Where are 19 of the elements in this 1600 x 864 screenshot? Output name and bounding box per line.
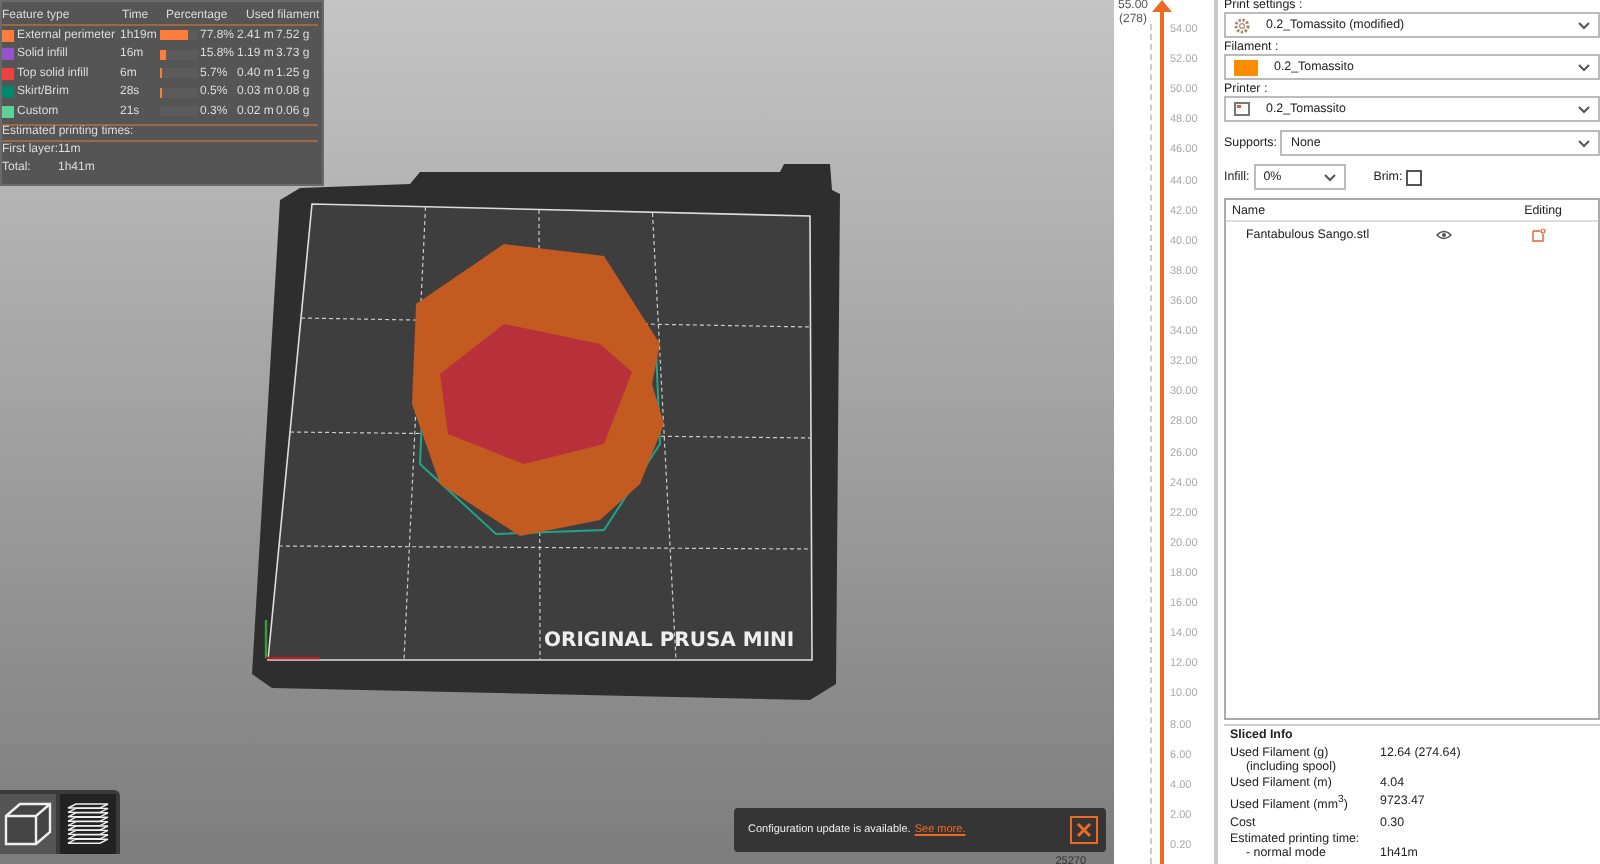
chevron-down-icon [1578,21,1590,29]
chevron-down-icon [1578,139,1590,147]
view-mode-button[interactable] [0,794,56,854]
print-bed-drawing: ORIGINAL PRUSA MINI [252,164,840,700]
layers-icon [64,800,112,848]
gear-icon [1234,17,1250,33]
close-button[interactable] [1070,816,1098,844]
chevron-down-icon [1578,63,1590,71]
brim-checkbox[interactable] [1406,169,1423,185]
chevron-down-icon [1323,173,1336,181]
eye-icon[interactable] [1436,229,1452,239]
edit-icon[interactable] [1532,227,1546,241]
view-mode-button[interactable] [60,794,116,854]
filament-swatch-icon [1234,59,1258,75]
cube-icon [4,800,52,848]
slider-thumb-arrow-icon[interactable] [1152,0,1172,12]
close-icon [1076,822,1092,838]
chevron-down-icon [1578,105,1590,113]
printer-icon [1234,102,1250,116]
